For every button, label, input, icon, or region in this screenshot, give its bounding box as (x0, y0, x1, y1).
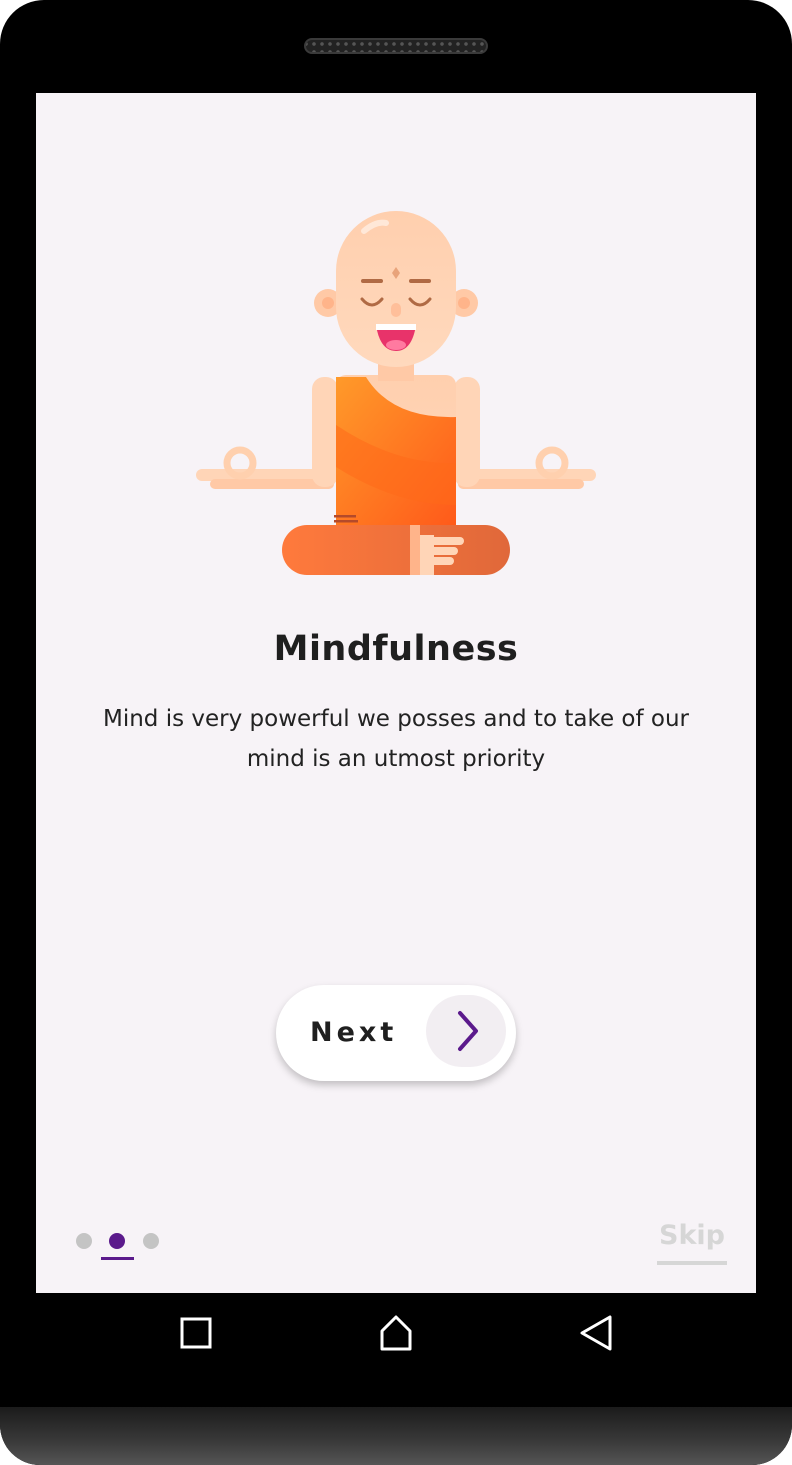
system-navigation-bar (36, 1293, 756, 1407)
onboarding-description: Mind is very powerful we posses and to t… (102, 706, 689, 772)
page-dot-3[interactable] (143, 1233, 159, 1249)
back-button[interactable] (566, 1313, 626, 1353)
phone-chin (0, 1407, 792, 1465)
next-button[interactable]: Next (276, 985, 516, 1081)
home-button[interactable] (366, 1313, 426, 1353)
next-button-label: Next (310, 1017, 398, 1048)
chevron-right-icon (458, 1011, 478, 1051)
speaker-grille (304, 38, 488, 54)
home-icon (380, 1315, 412, 1351)
skip-underline (657, 1261, 727, 1265)
recents-button[interactable] (166, 1313, 226, 1353)
skip-button-label: Skip (659, 1220, 725, 1251)
onboarding-screen: Mindfulness Mind is very powerful we pos… (36, 93, 756, 1293)
square-icon (180, 1317, 212, 1349)
phone-frame: Mindfulness Mind is very powerful we pos… (0, 0, 792, 1465)
meditating-monk-illustration (196, 211, 596, 575)
triangle-back-icon (580, 1315, 612, 1351)
next-arrow-circle[interactable] (426, 995, 506, 1067)
page-indicator (76, 1233, 176, 1263)
page-dot-1[interactable] (76, 1233, 92, 1249)
onboarding-title: Mindfulness (273, 629, 519, 669)
active-dot-underline (101, 1257, 134, 1260)
page-dot-2-active[interactable] (109, 1233, 125, 1249)
skip-button[interactable]: Skip (657, 1217, 727, 1265)
